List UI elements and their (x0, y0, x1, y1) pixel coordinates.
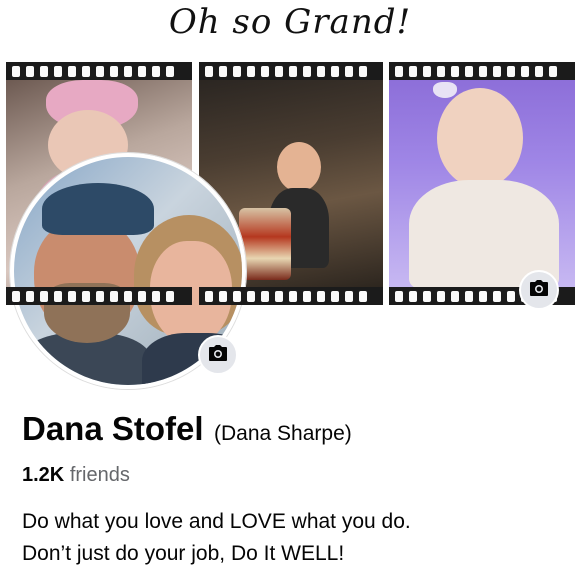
edit-profile-picture-button[interactable] (198, 335, 238, 375)
friends-count-link[interactable]: 1.2K friends (22, 464, 130, 487)
girl-photo (389, 80, 575, 290)
film-holes (389, 62, 575, 80)
profile-name-row: Dana Stofel (Dana Sharpe) (22, 410, 352, 448)
profile-name: Dana Stofel (22, 410, 204, 447)
cover-script-title: Oh so Grand! (168, 2, 412, 42)
film-holes (199, 287, 383, 305)
film-holes (6, 62, 192, 80)
bio-line: Do what you love and LOVE what you do. (22, 510, 411, 533)
profile-bio: Do what you love and LOVE what you do. D… (22, 506, 572, 570)
camera-icon (529, 279, 549, 302)
bio-line: Don’t just do your job, Do It WELL! (22, 542, 345, 565)
friends-count: 1.2K (22, 464, 65, 486)
film-holes (199, 62, 383, 80)
film-frame-girl (389, 62, 575, 305)
friends-label: friends (69, 464, 130, 486)
alternate-name: (Dana Sharpe) (214, 422, 352, 445)
edit-cover-photo-button[interactable] (519, 270, 559, 310)
film-holes (6, 287, 192, 305)
camera-icon (208, 344, 228, 367)
